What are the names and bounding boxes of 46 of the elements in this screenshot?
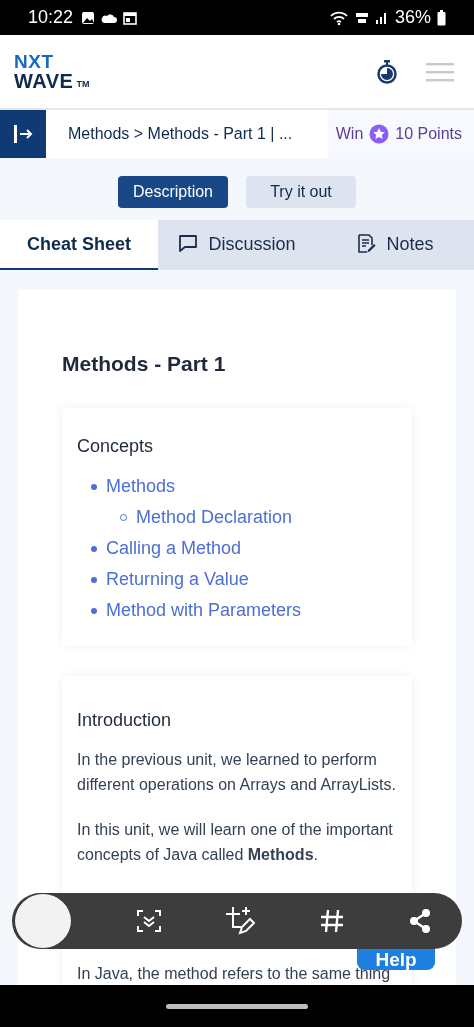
bullet-icon <box>91 545 97 552</box>
tab[interactable]: Discussion <box>158 220 316 270</box>
concept-link[interactable]: Method Declaration <box>136 507 293 528</box>
concept-link[interactable]: Methods <box>106 476 176 497</box>
concept-link[interactable]: Returning a Value <box>106 569 249 590</box>
wifi-icon <box>328 9 349 26</box>
concept-link[interactable]: Method with Parameters <box>106 600 302 621</box>
concept-link[interactable]: Calling a Method <box>106 538 242 559</box>
battery-percentage: 36% <box>394 7 431 28</box>
logo-text: WAVE <box>14 71 74 91</box>
chat-icon <box>178 234 200 254</box>
image-icon <box>81 10 96 25</box>
cloud-icon <box>101 11 118 24</box>
expand-arrow-icon <box>12 123 34 145</box>
sidebar-toggle-button[interactable] <box>0 110 46 158</box>
bullet-icon <box>91 607 97 614</box>
stopwatch-icon[interactable] <box>376 59 398 84</box>
mode-button[interactable]: Try it out <box>246 176 356 208</box>
share-icon[interactable] <box>408 908 432 934</box>
mode-button[interactable]: Description <box>118 176 228 208</box>
signal-icon <box>374 10 389 25</box>
paragraph: In this unit, we will learn one of the important concepts of Java called Methods. <box>77 820 394 865</box>
tab[interactable]: Notes <box>316 220 474 270</box>
star-coin-icon <box>369 124 390 144</box>
battery-icon <box>437 9 446 26</box>
page-title: Methods - Part 1 <box>62 352 227 376</box>
calendar-icon <box>123 10 138 25</box>
screenshot-thumbnail[interactable] <box>14 893 72 949</box>
tab[interactable]: Cheat Sheet <box>0 220 158 270</box>
crop-edit-icon[interactable] <box>225 906 255 936</box>
paragraph: In the previous unit, we learned to perform different operations on Arrays and ArrayLists. <box>77 750 397 795</box>
reward-points: 10 Points <box>395 125 462 143</box>
breadcrumb[interactable]: Methods > Methods - Part 1 | ... <box>68 125 328 143</box>
notes-icon <box>356 234 378 254</box>
scroll-capture-icon[interactable] <box>135 908 162 934</box>
section-heading: Introduction <box>77 710 173 731</box>
reward-label: Win <box>335 125 364 143</box>
hashtag-icon[interactable] <box>318 908 345 934</box>
logo-text: NXT <box>14 52 55 71</box>
trademark-mark: TM <box>76 80 90 89</box>
logo[interactable]: NXT WAVE TM <box>14 52 90 91</box>
status-time: 10:22 <box>28 7 74 28</box>
bullet-icon <box>91 576 97 583</box>
bullet-icon <box>91 483 97 490</box>
section-heading: Concepts <box>77 436 155 457</box>
home-indicator[interactable] <box>166 1003 308 1009</box>
